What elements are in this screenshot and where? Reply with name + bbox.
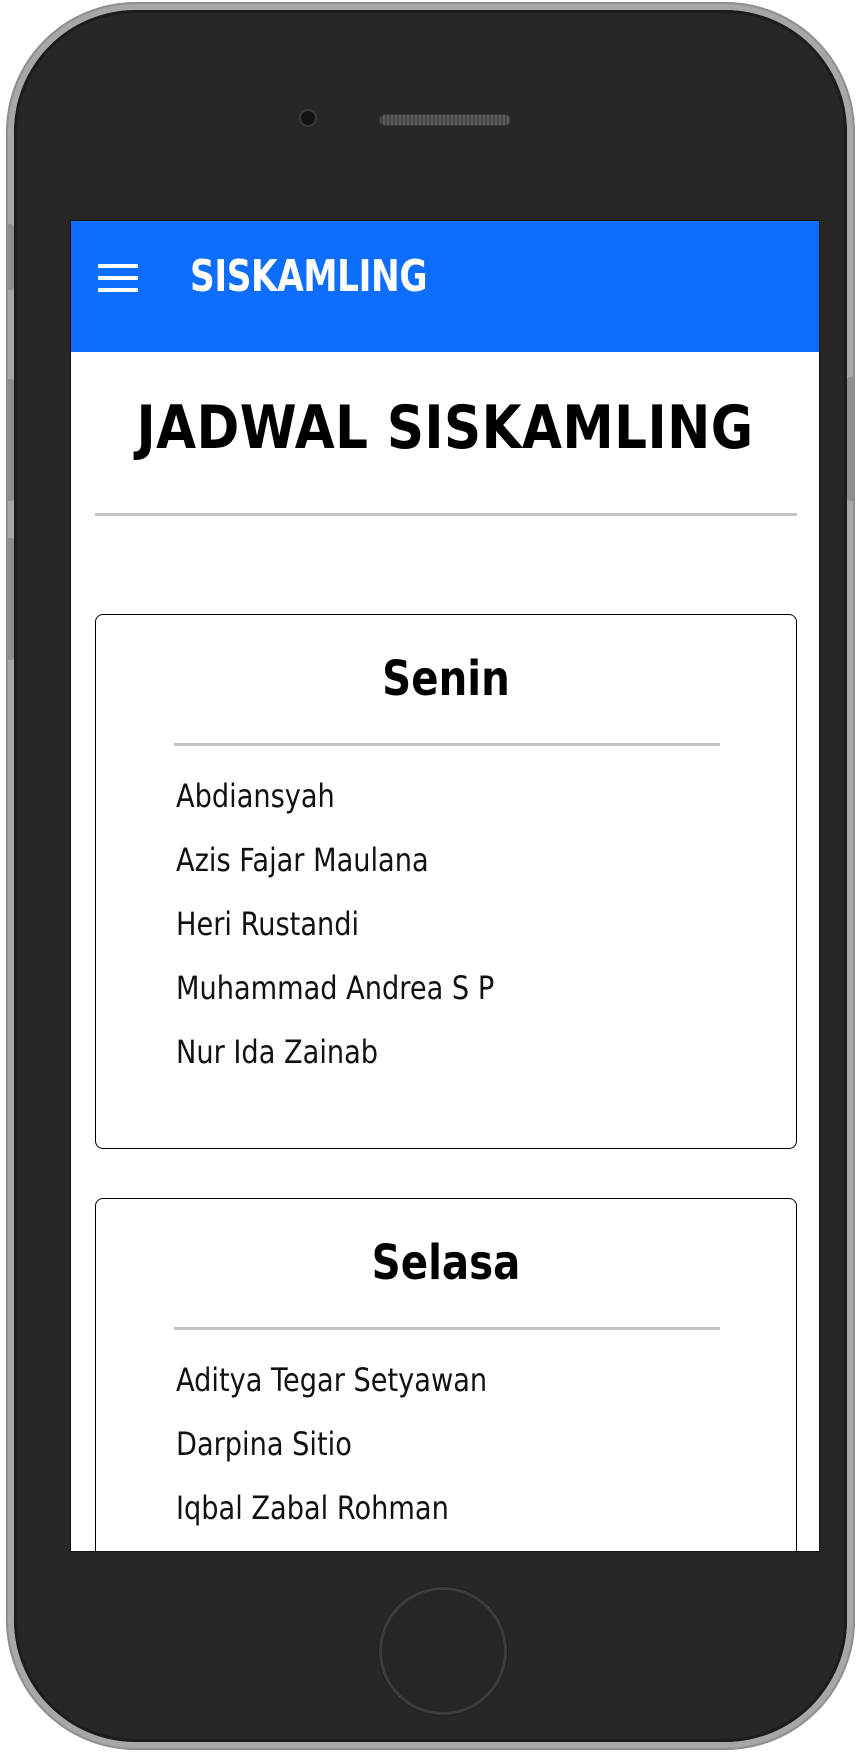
app-title: SISKAMLING <box>190 251 428 302</box>
name-list: Abdiansyah Azis Fajar Maulana Heri Rusta… <box>176 777 550 1097</box>
earpiece-speaker <box>379 114 511 126</box>
phone-power-button <box>847 377 855 501</box>
day-card-selasa: Selasa Aditya Tegar Setyawan Darpina Sit… <box>95 1198 797 1551</box>
list-item: Abdiansyah <box>176 777 335 815</box>
day-title: Senin <box>382 651 510 707</box>
hamburger-menu-icon[interactable] <box>98 264 138 294</box>
phone-body: SISKAMLING JADWAL SISKAMLING Senin Abdia… <box>14 10 847 1742</box>
front-camera <box>301 111 315 125</box>
list-item: Iqbal Zabal Rohman <box>176 1489 449 1527</box>
phone-volume-down-button <box>6 538 14 660</box>
phone-frame: SISKAMLING JADWAL SISKAMLING Senin Abdia… <box>6 2 855 1750</box>
list-item: Heri Rustandi <box>176 905 360 943</box>
day-divider <box>174 1327 720 1330</box>
home-button[interactable] <box>379 1587 507 1715</box>
list-item: Aditya Tegar Setyawan <box>176 1361 488 1399</box>
page-title-divider <box>95 513 797 516</box>
phone-mute-switch <box>6 224 14 290</box>
list-item: Azis Fajar Maulana <box>176 841 429 879</box>
list-item: Nur Ida Zainab <box>176 1033 379 1071</box>
day-title: Selasa <box>371 1235 521 1291</box>
list-item: Darpina Sitio <box>176 1425 352 1463</box>
app-bar: SISKAMLING <box>71 221 819 352</box>
phone-screen: SISKAMLING JADWAL SISKAMLING Senin Abdia… <box>70 220 820 1552</box>
name-list: Aditya Tegar Setyawan Darpina Sitio Iqba… <box>176 1361 542 1551</box>
page-title: JADWAL SISKAMLING <box>136 393 754 463</box>
phone-volume-up-button <box>6 379 14 501</box>
day-card-senin: Senin Abdiansyah Azis Fajar Maulana Heri… <box>95 614 797 1149</box>
list-item: Muhammad Andrea S P <box>176 969 495 1007</box>
day-divider <box>174 743 720 746</box>
